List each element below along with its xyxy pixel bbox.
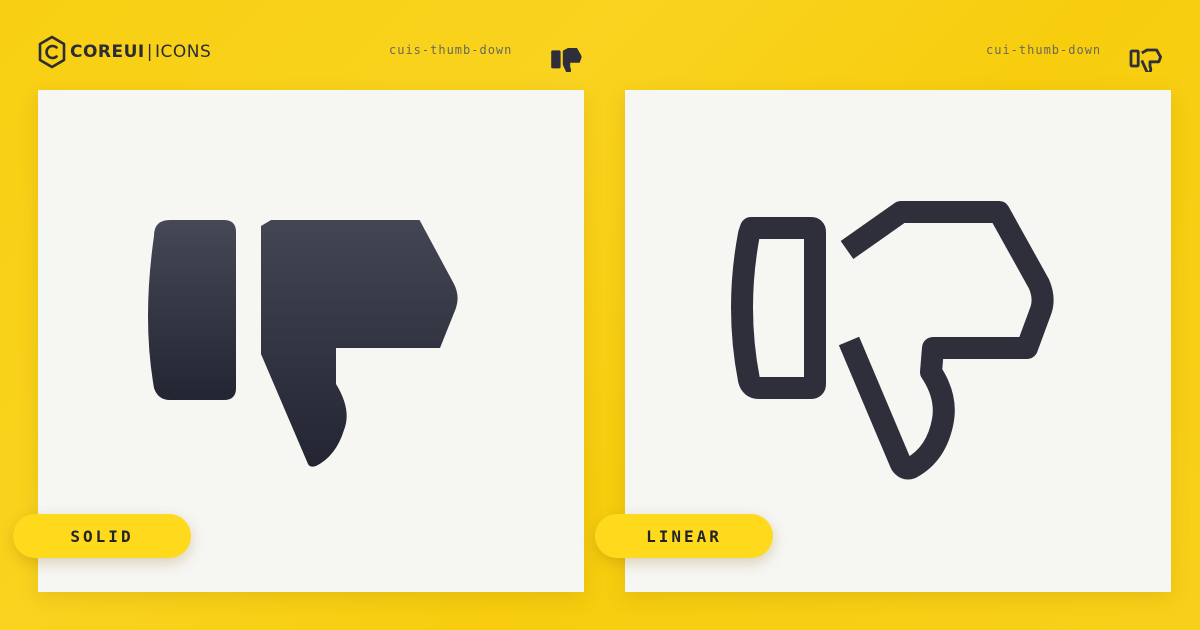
coreui-hexagon-icon: [38, 35, 66, 69]
coreui-icons-logo[interactable]: COREUI | ICONS: [37, 35, 211, 69]
linear-style-label: LINEAR: [595, 514, 773, 558]
solid-icon-name: cuis-thumb-down: [389, 43, 513, 57]
header: COREUI | ICONS cuis-thumb-down cui-thumb-d…: [0, 0, 1200, 90]
linear-icon-name: cui-thumb-down: [986, 43, 1102, 57]
logo-text-bold: COREUI: [70, 42, 145, 62]
thumb-down-linear-small-icon: [1129, 48, 1162, 72]
logo-wordmark: COREUI | ICONS: [70, 35, 211, 69]
thumb-down-linear-icon: [731, 201, 1054, 480]
solid-style-label: SOLID: [13, 514, 191, 558]
logo-text-light: ICONS: [155, 42, 212, 62]
thumb-down-solid-small-icon: [551, 48, 582, 72]
logo-separator: |: [146, 42, 153, 62]
